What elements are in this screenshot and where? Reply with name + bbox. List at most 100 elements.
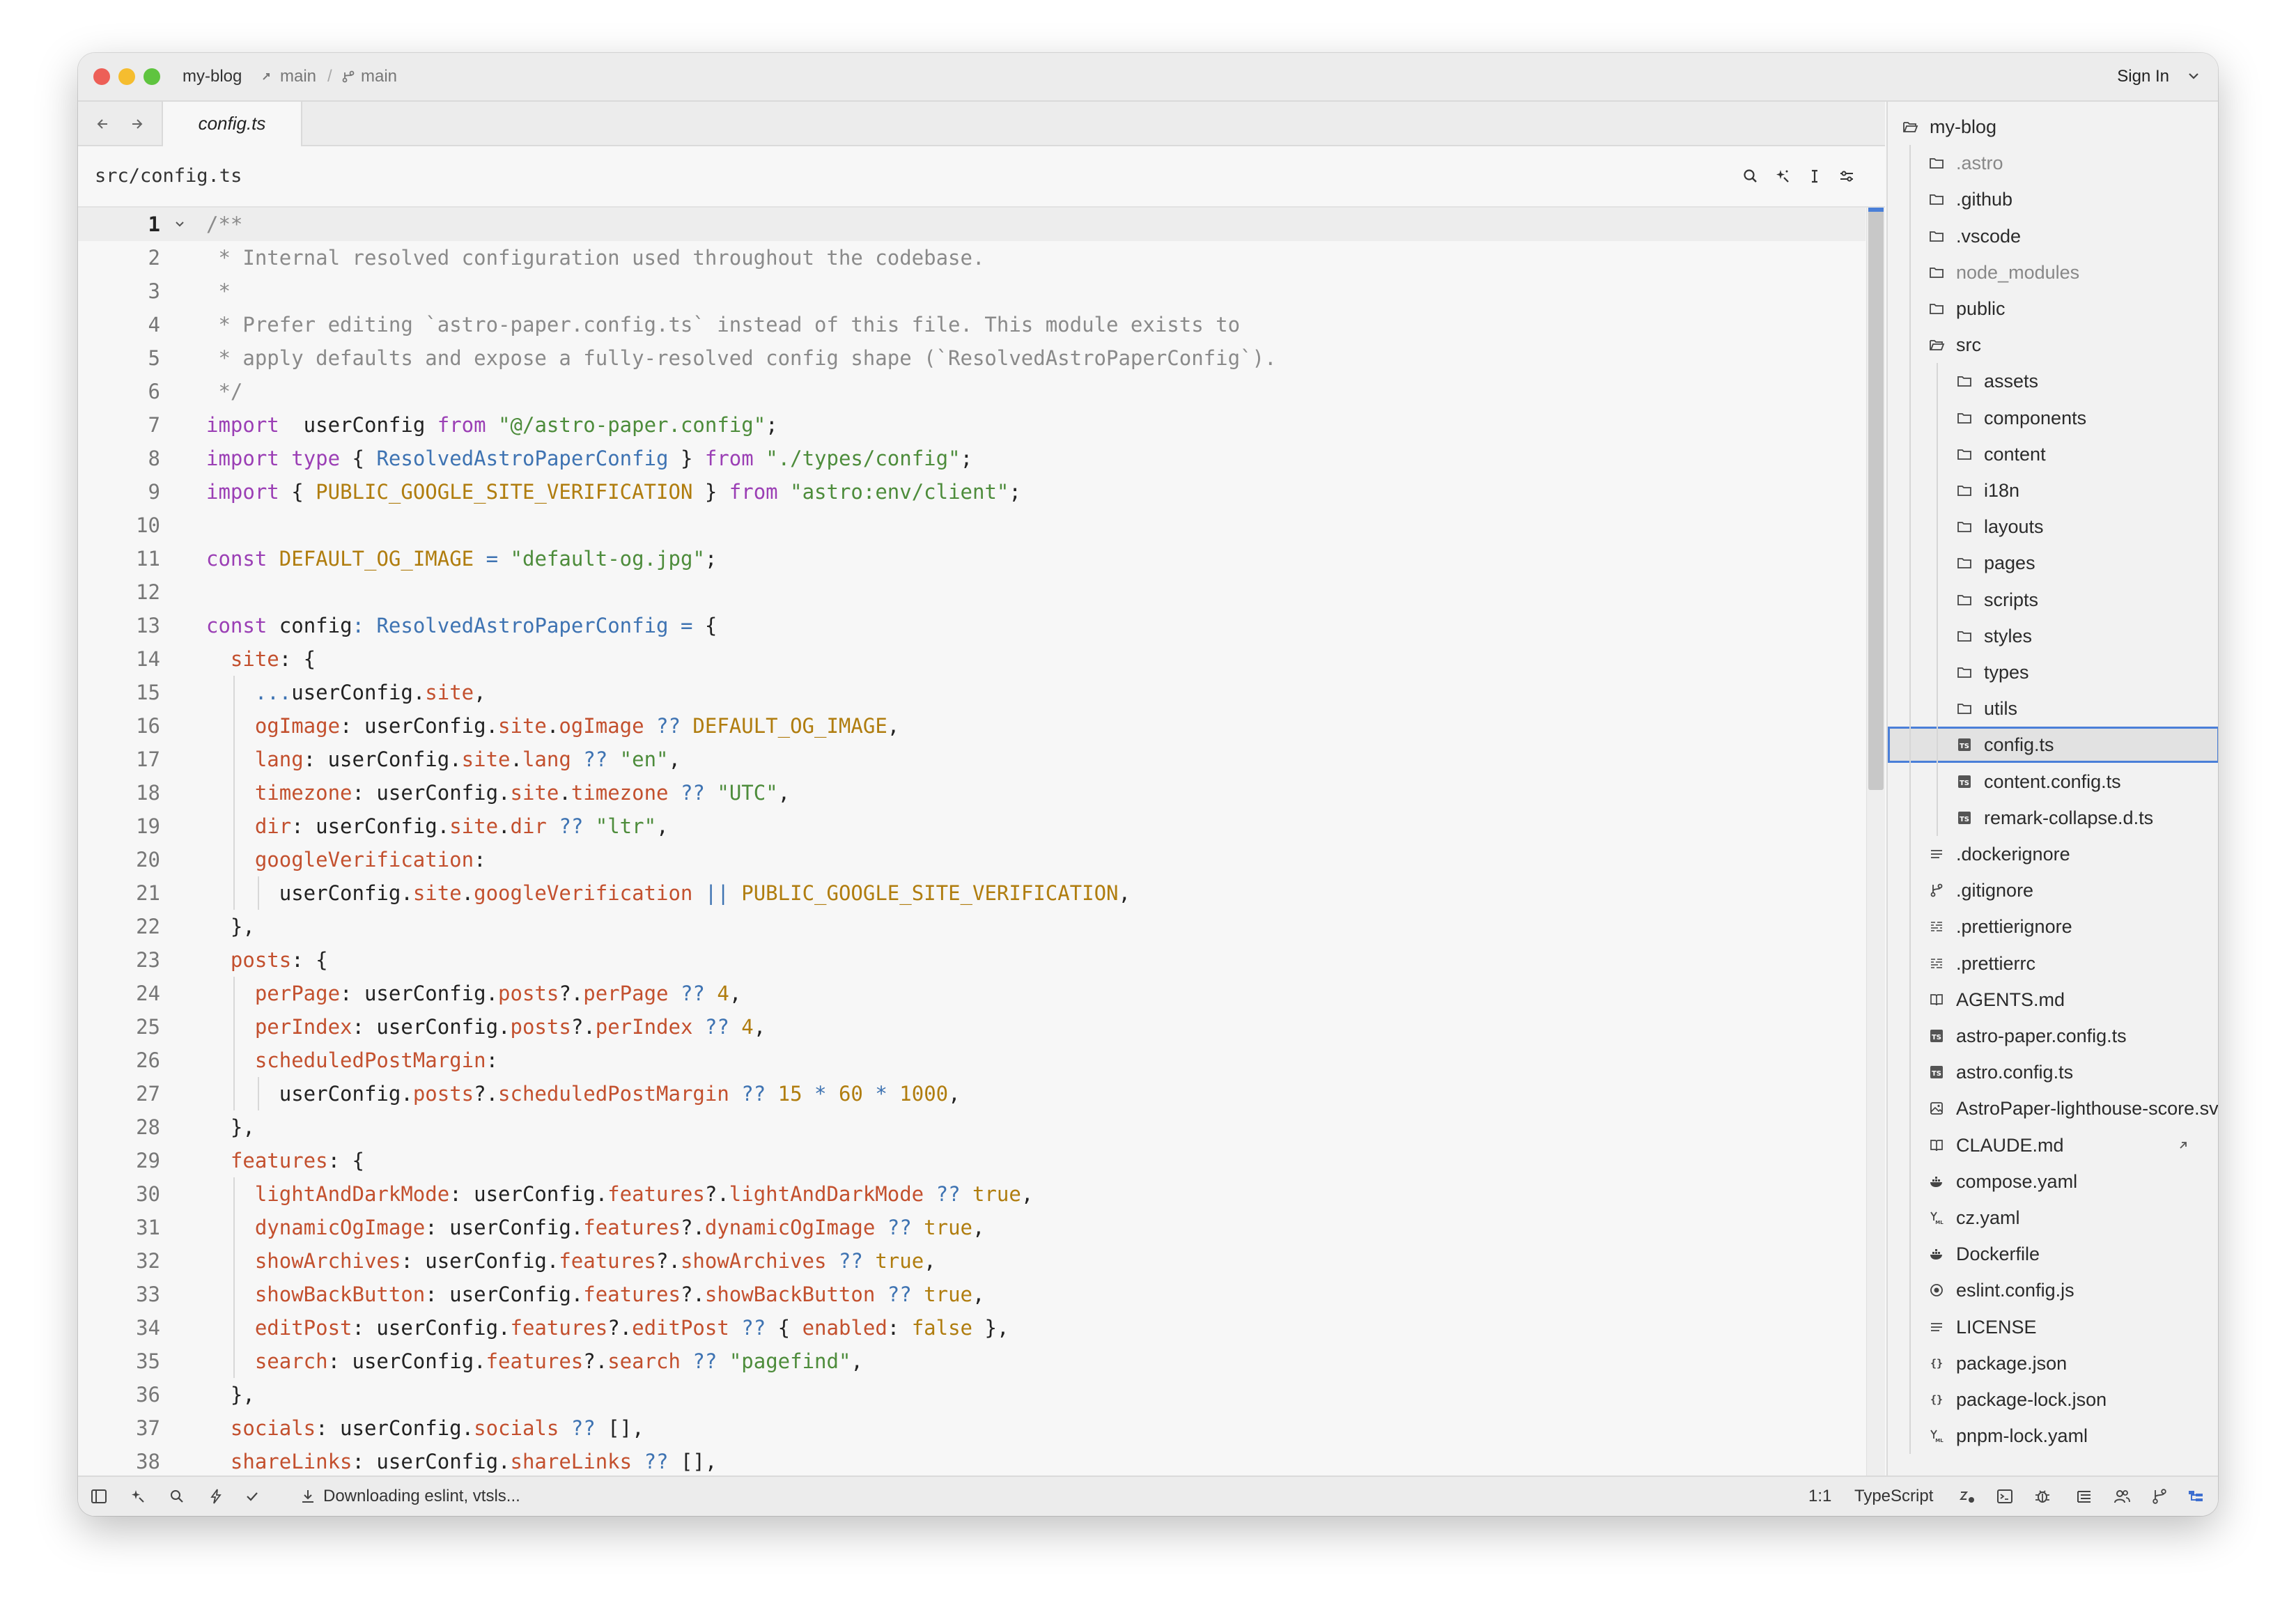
cursor-position[interactable]: 1:1 — [1808, 1477, 1831, 1516]
line-number[interactable]: 37 — [78, 1411, 160, 1445]
diagnostics-check-icon[interactable] — [242, 1487, 262, 1506]
code-line[interactable]: 30 lightAndDarkMode: userConfig.features?… — [78, 1177, 1861, 1211]
line-number[interactable]: 1 — [78, 208, 160, 241]
code-line[interactable]: 3 * — [78, 274, 1861, 308]
tree-folder[interactable]: src — [1888, 327, 2218, 363]
project-panel[interactable]: my-blog .astro .github .vscode node_modules p… — [1886, 102, 2218, 1477]
line-number[interactable]: 35 — [78, 1345, 160, 1378]
line-number[interactable]: 18 — [78, 776, 160, 810]
lightning-icon[interactable] — [206, 1487, 226, 1506]
line-number[interactable]: 11 — [78, 542, 160, 575]
git-branch-label[interactable]: main — [361, 53, 397, 100]
tree-file[interactable]: eslint.config.js — [1888, 1272, 2218, 1308]
project-panel-toggle-icon[interactable] — [2186, 1487, 2205, 1506]
code-line[interactable]: 25 perIndex: userConfig.posts?.perIndex ?… — [78, 1010, 1861, 1044]
text-cursor-icon[interactable] — [1804, 166, 1825, 187]
line-number[interactable]: 15 — [78, 676, 160, 709]
line-number[interactable]: 12 — [78, 575, 160, 609]
debug-bug-icon[interactable] — [2033, 1487, 2052, 1506]
language-selector[interactable]: TypeScript — [1854, 1477, 1933, 1516]
tree-folder[interactable]: node_modules — [1888, 254, 2218, 291]
code-line[interactable]: 35 search: userConfig.features?.search ??… — [78, 1345, 1861, 1378]
tree-file[interactable]: AGENTS.md — [1888, 982, 2218, 1018]
project-search-icon[interactable] — [167, 1487, 187, 1506]
line-number[interactable]: 25 — [78, 1010, 160, 1044]
tree-file[interactable]: ML pnpm-lock.yaml — [1888, 1418, 2218, 1454]
toggle-left-dock-icon[interactable] — [89, 1487, 109, 1506]
line-number[interactable]: 8 — [78, 442, 160, 475]
code-line[interactable]: 9 import { PUBLIC_GOOGLE_SITE_VERIFICATIO… — [78, 475, 1861, 509]
code-line[interactable]: 12 — [78, 575, 1861, 609]
tree-file[interactable]: LICENSE — [1888, 1309, 2218, 1345]
code-line[interactable]: 2 * Internal resolved configuration used… — [78, 241, 1861, 274]
line-number[interactable]: 26 — [78, 1044, 160, 1077]
line-number[interactable]: 5 — [78, 341, 160, 375]
tree-file[interactable]: {} package-lock.json — [1888, 1381, 2218, 1418]
back-arrow-icon[interactable] — [89, 110, 117, 138]
code-line[interactable]: 24 perPage: userConfig.posts?.perPage ?? … — [78, 977, 1861, 1010]
line-number[interactable]: 21 — [78, 876, 160, 910]
line-number[interactable]: 22 — [78, 910, 160, 943]
line-number[interactable]: 27 — [78, 1077, 160, 1110]
line-number[interactable]: 31 — [78, 1211, 160, 1244]
code-line[interactable]: 15 ...userConfig.site, — [78, 676, 1861, 709]
sign-in-button[interactable]: Sign In — [2117, 53, 2169, 100]
line-number[interactable]: 36 — [78, 1378, 160, 1411]
tree-file[interactable]: {} package.json — [1888, 1345, 2218, 1381]
code-line[interactable]: 11 const DEFAULT_OG_IMAGE = "default-og.j… — [78, 542, 1861, 575]
code-line[interactable]: 8 import type { ResolvedAstroPaperConfig … — [78, 442, 1861, 475]
line-number[interactable]: 30 — [78, 1177, 160, 1211]
tree-file[interactable]: TS astro.config.ts — [1888, 1054, 2218, 1090]
line-number[interactable]: 16 — [78, 709, 160, 743]
code-line[interactable]: 28}, — [78, 1110, 1861, 1144]
line-number[interactable]: 10 — [78, 509, 160, 542]
code-line[interactable]: 20 googleVerification: — [78, 843, 1861, 876]
collaboration-icon[interactable] — [2112, 1487, 2132, 1506]
line-number[interactable]: 2 — [78, 241, 160, 274]
activity-status[interactable]: Downloading eslint, vtsls... — [323, 1477, 520, 1516]
code-line[interactable]: 23 posts: { — [78, 943, 1861, 977]
tree-folder[interactable]: .astro — [1888, 145, 2218, 181]
tree-file[interactable]: TS astro-paper.config.ts — [1888, 1018, 2218, 1054]
ai-icon[interactable] — [128, 1487, 148, 1506]
tree-file[interactable]: Dockerfile — [1888, 1236, 2218, 1272]
tree-file[interactable]: .gitignore — [1888, 872, 2218, 908]
tree-file[interactable]: .prettierignore — [1888, 908, 2218, 945]
maximize-window-button[interactable] — [144, 68, 160, 85]
code-line[interactable]: 38 shareLinks: userConfig.shareLinks ?? [… — [78, 1445, 1861, 1477]
code-line[interactable]: 37 socials: userConfig.socials ?? [], — [78, 1411, 1861, 1445]
tree-folder[interactable]: .vscode — [1888, 218, 2218, 254]
git-panel-icon[interactable] — [2150, 1487, 2169, 1506]
code-line[interactable]: 10 — [78, 509, 1861, 542]
tree-file[interactable]: ML cz.yaml — [1888, 1200, 2218, 1236]
code-line[interactable]: 19 dir: userConfig.site.dir ?? "ltr", — [78, 810, 1861, 843]
code-line[interactable]: 13 const config: ResolvedAstroPaperConfig… — [78, 609, 1861, 642]
tree-folder[interactable]: my-blog — [1888, 109, 2218, 145]
edit-prediction-icon[interactable] — [1957, 1487, 1977, 1506]
tree-file[interactable]: AstroPaper-lighthouse-score.svg — [1888, 1090, 2218, 1126]
code-line[interactable]: 7 import userConfig from "@/astro-paper.c… — [78, 408, 1861, 442]
code-line[interactable]: 6 */ — [78, 375, 1861, 408]
code-line[interactable]: 32 showArchives: userConfig.features?.sho… — [78, 1244, 1861, 1278]
code-line[interactable]: 4 * Prefer editing `astro-paper.config.t… — [78, 308, 1861, 341]
line-number[interactable]: 3 — [78, 274, 160, 308]
tree-file[interactable]: CLAUDE.md — [1888, 1127, 2218, 1163]
code-editor[interactable]: 1 /** 2 * Internal resolved configuration … — [78, 208, 1885, 1477]
project-name[interactable]: my-blog — [183, 53, 242, 100]
code-line[interactable]: 1 /** — [78, 208, 1861, 241]
line-number[interactable]: 13 — [78, 609, 160, 642]
terminal-icon[interactable] — [1995, 1487, 2015, 1506]
code-line[interactable]: 16 ogImage: userConfig.site.ogImage ?? DE… — [78, 709, 1861, 743]
breadcrumb-path[interactable]: src/config.ts — [95, 146, 242, 206]
code-line[interactable]: 21 userConfig.site.googleVerification || … — [78, 876, 1861, 910]
forward-arrow-icon[interactable] — [123, 110, 150, 138]
settings-sliders-icon[interactable] — [1836, 166, 1857, 187]
tree-file[interactable]: compose.yaml — [1888, 1163, 2218, 1200]
line-number[interactable]: 29 — [78, 1144, 160, 1177]
tree-folder[interactable]: .github — [1888, 181, 2218, 217]
code-line[interactable]: 27 userConfig.posts?.scheduledPostMargin … — [78, 1077, 1861, 1110]
line-number[interactable]: 17 — [78, 743, 160, 776]
line-number[interactable]: 34 — [78, 1311, 160, 1345]
fold-chevron-icon[interactable] — [173, 217, 187, 231]
tab-config-ts[interactable]: config.ts — [162, 102, 302, 146]
